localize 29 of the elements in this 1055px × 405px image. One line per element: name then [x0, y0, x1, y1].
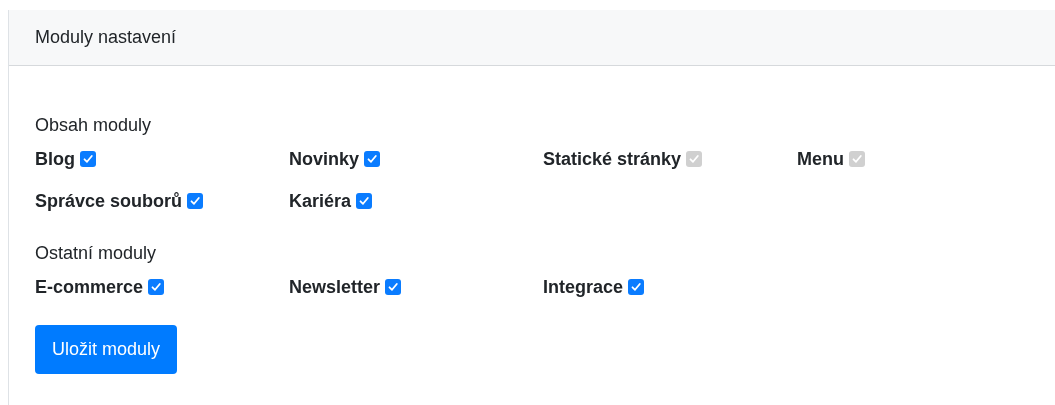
checkbox[interactable]	[187, 193, 204, 209]
save-button[interactable]: Uložit moduly	[35, 325, 178, 374]
card-title: Moduly nastavení	[35, 26, 177, 49]
module-label: Kariéra	[289, 189, 352, 213]
section-title: Ostatní moduly	[35, 242, 158, 265]
check-icon	[82, 153, 94, 165]
module-label: Newsletter	[289, 275, 381, 299]
checkbox[interactable]	[385, 279, 402, 295]
check-icon	[851, 153, 863, 165]
check-icon	[366, 153, 379, 165]
module-label: Menu	[797, 147, 844, 171]
module-label: Blog	[35, 147, 75, 171]
module-label: Statické stránky	[543, 147, 682, 171]
checkbox[interactable]	[148, 279, 165, 295]
module-label: Novinky	[289, 147, 360, 171]
check-icon	[358, 195, 371, 207]
checkbox[interactable]	[80, 151, 96, 167]
module-label: Správce souborů	[35, 189, 183, 213]
check-icon	[150, 281, 163, 293]
module-label: Integrace	[543, 275, 624, 299]
section-title: Obsah moduly	[35, 114, 153, 137]
checkbox[interactable]	[364, 151, 381, 167]
check-icon	[387, 281, 400, 293]
check-icon	[189, 195, 202, 207]
check-icon	[630, 281, 643, 293]
checkbox[interactable]	[628, 279, 645, 295]
module-label: E-commerce	[35, 275, 144, 299]
checkbox[interactable]	[356, 193, 373, 209]
check-icon	[688, 153, 701, 165]
